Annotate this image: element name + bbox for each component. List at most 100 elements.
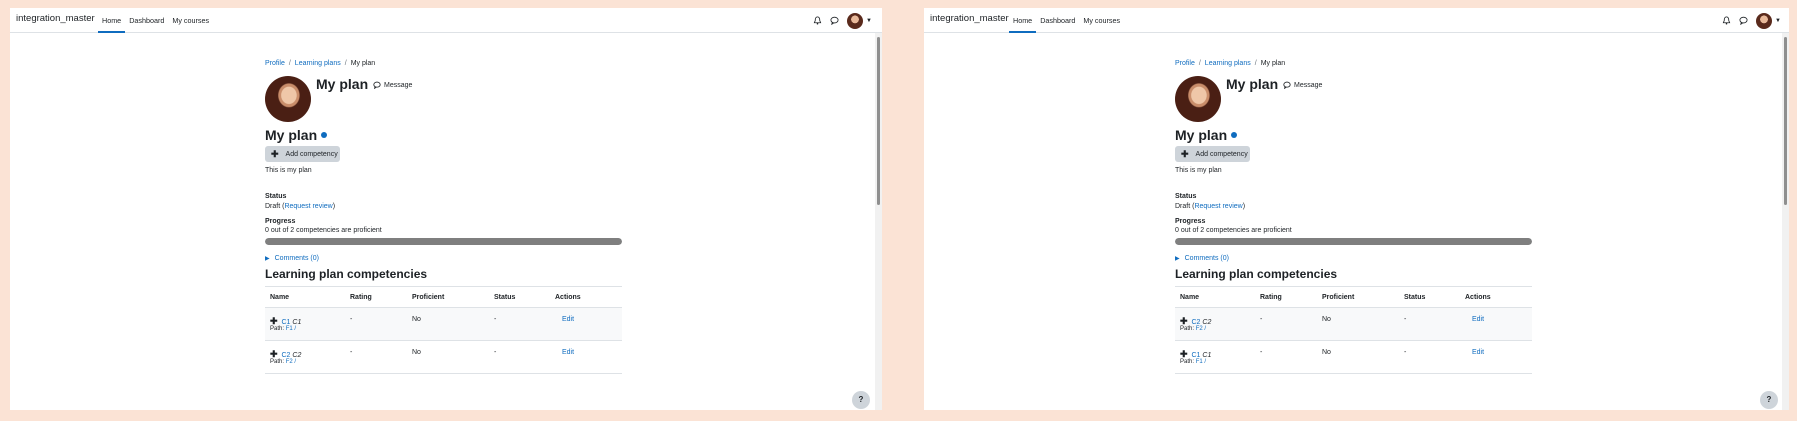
add-competency-button[interactable]: ✚ Add competency xyxy=(1175,146,1250,162)
user-profile-picture[interactable] xyxy=(1175,76,1221,122)
plus-icon: ✚ xyxy=(1181,148,1189,159)
col-actions: Actions xyxy=(555,294,581,301)
scrollbar[interactable] xyxy=(875,33,882,410)
breadcrumb-profile[interactable]: Profile xyxy=(1175,60,1195,67)
info-icon[interactable] xyxy=(321,132,328,138)
user-menu[interactable]: ▼ xyxy=(847,12,872,29)
comments-toggle[interactable]: ▶ Comments (0) xyxy=(1175,255,1229,262)
plus-icon: ✚ xyxy=(271,148,279,159)
browser-window-left: integration_master Home Dashboard My cou… xyxy=(10,8,882,410)
breadcrumb-learning-plans[interactable]: Learning plans xyxy=(1205,60,1251,67)
plan-title: My plan xyxy=(265,127,328,143)
rating-value: - xyxy=(1260,349,1263,356)
message-icon xyxy=(1283,81,1291,89)
col-actions: Actions xyxy=(1465,294,1491,301)
chat-icon[interactable] xyxy=(830,16,839,25)
edit-link[interactable]: Edit xyxy=(1472,316,1484,323)
chevron-down-icon[interactable]: ▼ xyxy=(866,18,872,24)
help-button[interactable]: ? xyxy=(852,391,870,409)
move-icon[interactable]: ✚ xyxy=(270,349,278,359)
competency-path: Path: F1 / xyxy=(1180,359,1207,365)
page-title: My plan xyxy=(316,76,369,92)
message-label: Message xyxy=(384,81,413,89)
chevron-down-icon[interactable]: ▼ xyxy=(1775,18,1781,24)
col-proficient: Proficient xyxy=(1322,294,1355,301)
plan-title-text: My plan xyxy=(265,127,318,143)
breadcrumb-profile[interactable]: Profile xyxy=(265,60,285,67)
avatar[interactable] xyxy=(847,12,863,29)
table-row: ✚ C2 C2 Path: F2 / - No - Edit xyxy=(265,341,622,374)
edit-link[interactable]: Edit xyxy=(562,349,574,356)
move-icon[interactable]: ✚ xyxy=(270,316,278,326)
info-icon[interactable] xyxy=(1231,132,1238,138)
col-rating: Rating xyxy=(350,294,372,301)
move-icon[interactable]: ✚ xyxy=(1180,349,1188,359)
breadcrumb-current: My plan xyxy=(350,60,376,67)
avatar[interactable] xyxy=(1756,12,1772,29)
scrollbar-thumb[interactable] xyxy=(1784,37,1787,205)
top-navbar: integration_master Home Dashboard My cou… xyxy=(10,8,882,33)
proficient-value: No xyxy=(1322,349,1331,356)
user-menu[interactable]: ▼ xyxy=(1756,12,1781,29)
path-link[interactable]: F2 xyxy=(286,359,293,365)
table-header: Name Rating Proficient Status Actions xyxy=(1175,286,1532,308)
bell-icon[interactable] xyxy=(1722,16,1731,25)
chevron-right-icon: ▶ xyxy=(265,256,270,262)
breadcrumb: Profile / Learning plans / My plan xyxy=(265,60,376,67)
bell-icon[interactable] xyxy=(813,16,822,25)
competency-id-link[interactable]: C2 xyxy=(1192,319,1201,326)
edit-link[interactable]: Edit xyxy=(562,316,574,323)
competency-id-link[interactable]: C1 xyxy=(282,319,291,326)
col-status: Status xyxy=(1404,294,1426,301)
progress-bar-fill xyxy=(265,238,622,245)
add-competency-label: Add competency xyxy=(285,150,338,158)
scrollbar[interactable] xyxy=(1782,33,1789,410)
site-brand[interactable]: integration_master xyxy=(930,13,1009,24)
request-review-link[interactable]: Request review xyxy=(1194,203,1242,210)
message-button[interactable]: Message xyxy=(373,81,412,89)
col-proficient: Proficient xyxy=(412,294,445,301)
breadcrumb-current: My plan xyxy=(1260,60,1286,67)
plan-description: This is my plan xyxy=(265,167,312,174)
rating-value: - xyxy=(1260,316,1263,323)
table-row: ✚ C1 C1 Path: F1 / - No - Edit xyxy=(265,308,622,341)
nav-dashboard[interactable]: Dashboard xyxy=(1036,8,1079,33)
chevron-right-icon: ▶ xyxy=(1175,256,1180,262)
nav-home[interactable]: Home xyxy=(98,8,126,33)
user-profile-picture[interactable] xyxy=(265,76,311,122)
plan-title: My plan xyxy=(1175,127,1238,143)
path-link[interactable]: F1 xyxy=(1196,359,1203,365)
status-cell: - xyxy=(494,349,497,356)
chat-icon[interactable] xyxy=(1739,16,1748,25)
nav-dashboard[interactable]: Dashboard xyxy=(125,8,168,33)
scrollbar-thumb[interactable] xyxy=(877,37,880,205)
comments-toggle[interactable]: ▶ Comments (0) xyxy=(265,255,319,262)
nav-my-courses[interactable]: My courses xyxy=(168,8,213,33)
path-link[interactable]: F1 xyxy=(286,326,293,332)
status-cell: - xyxy=(494,316,497,323)
move-icon[interactable]: ✚ xyxy=(1180,316,1188,326)
nav-my-courses[interactable]: My courses xyxy=(1079,8,1124,33)
edit-link[interactable]: Edit xyxy=(1472,349,1484,356)
comments-label: Comments (0) xyxy=(274,255,319,262)
nav-home[interactable]: Home xyxy=(1009,8,1037,33)
breadcrumb-learning-plans[interactable]: Learning plans xyxy=(295,60,341,67)
col-status: Status xyxy=(494,294,516,301)
path-link[interactable]: F2 xyxy=(1196,326,1203,332)
message-button[interactable]: Message xyxy=(1283,81,1322,89)
table-row: ✚ C2 C2 Path: F2 / - No - Edit xyxy=(1175,308,1532,341)
user-nav-icons: ▼ xyxy=(813,8,872,33)
progress-text: 0 out of 2 competencies are proficient xyxy=(265,227,382,234)
site-brand[interactable]: integration_master xyxy=(16,13,95,24)
help-button[interactable]: ? xyxy=(1760,391,1778,409)
competency-id-link[interactable]: C1 xyxy=(1192,352,1201,359)
status-value: Draft (Request review) xyxy=(265,203,336,210)
status-heading: Status xyxy=(1175,193,1197,200)
top-navbar: integration_master Home Dashboard My cou… xyxy=(924,8,1789,33)
primary-nav: Home Dashboard My courses xyxy=(98,8,213,33)
request-review-link[interactable]: Request review xyxy=(284,203,332,210)
proficient-value: No xyxy=(412,349,421,356)
add-competency-button[interactable]: ✚ Add competency xyxy=(265,146,340,162)
status-cell: - xyxy=(1404,349,1407,356)
competency-id-link[interactable]: C2 xyxy=(282,352,291,359)
